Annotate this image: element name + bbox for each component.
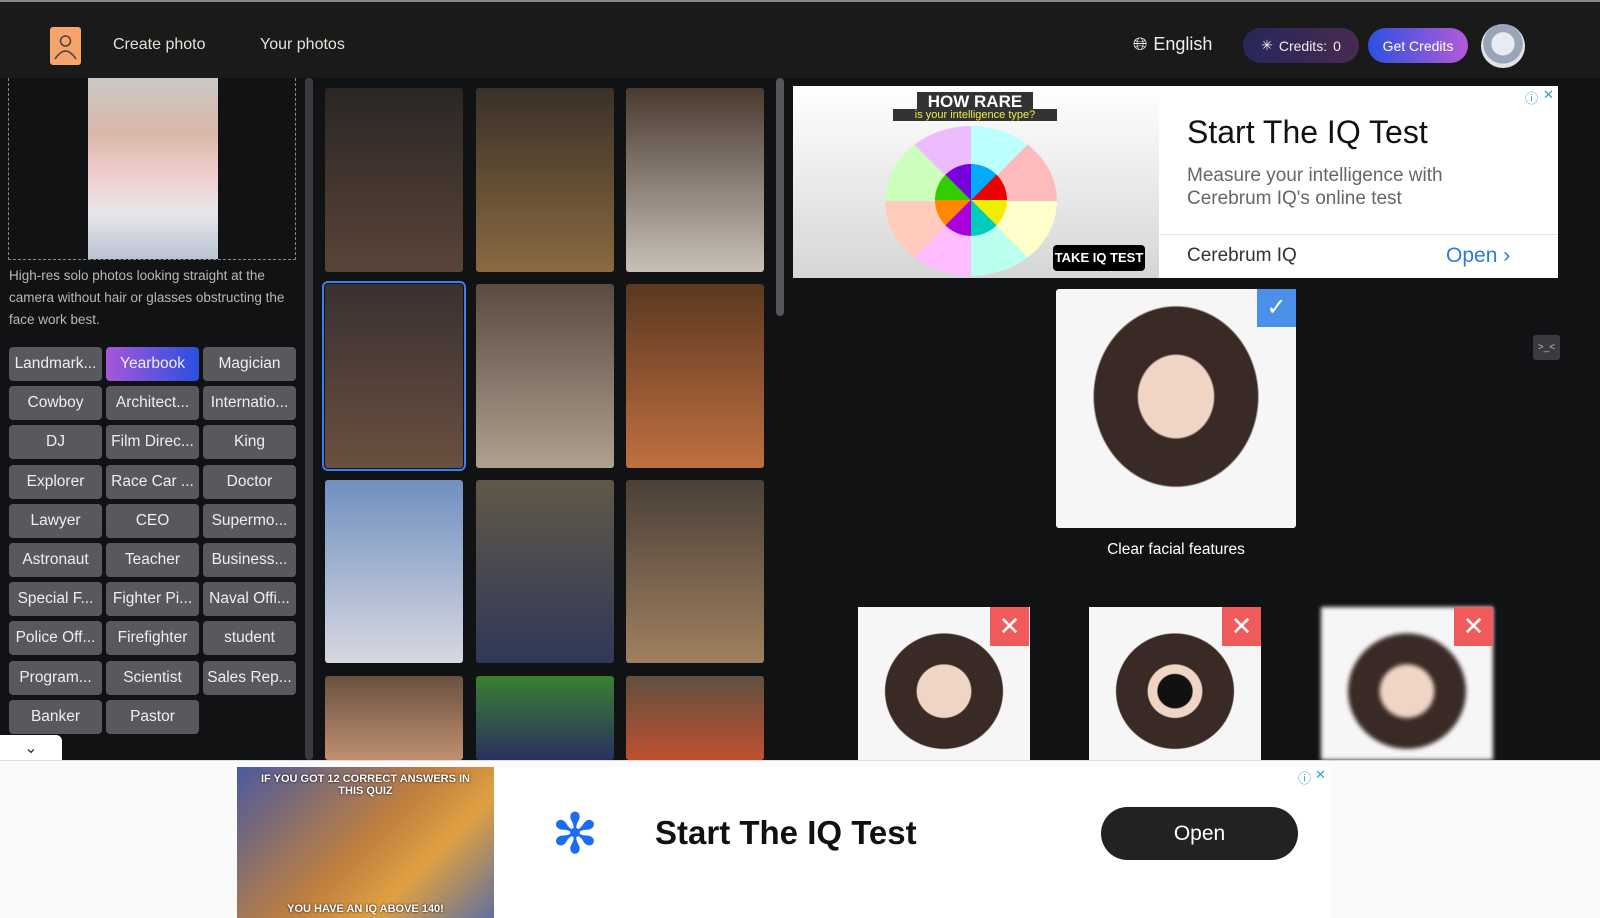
- style-example-photo[interactable]: [626, 88, 764, 272]
- style-tag[interactable]: King: [203, 425, 296, 460]
- style-tag[interactable]: Pastor: [106, 699, 199, 734]
- style-tag[interactable]: student: [203, 621, 296, 656]
- style-tag[interactable]: Teacher: [106, 543, 199, 577]
- ad-open-link[interactable]: Open ›: [1446, 244, 1510, 268]
- divider: [1159, 234, 1558, 235]
- style-tag[interactable]: Sales Rep...: [203, 660, 296, 695]
- style-example-photo[interactable]: [626, 480, 764, 663]
- style-tag[interactable]: Race Car ...: [106, 464, 199, 499]
- ad-image-subtitle: is your intelligence type?: [893, 109, 1057, 121]
- ad-image: IF YOU GOT 12 CORRECT ANSWERS IN THIS QU…: [237, 767, 494, 918]
- ad-close-icon[interactable]: ✕: [1315, 767, 1326, 783]
- ad-subtitle: Measure your intelligence with Cerebrum …: [1187, 165, 1443, 209]
- logo-user-icon[interactable]: [50, 27, 81, 65]
- style-tag[interactable]: CEO: [106, 503, 199, 538]
- style-tag[interactable]: Internatio...: [203, 386, 296, 421]
- x-icon: ✕: [990, 607, 1029, 646]
- ad-title: Start The IQ Test: [1187, 114, 1428, 150]
- style-example-photo[interactable]: [325, 88, 463, 272]
- ad-close-icon[interactable]: ✕: [1543, 87, 1554, 103]
- style-example-photo[interactable]: [325, 480, 463, 663]
- style-tag[interactable]: Doctor: [203, 464, 296, 499]
- ad-info-icon[interactable]: ⓘ: [1525, 88, 1538, 107]
- style-example-photo[interactable]: [476, 480, 614, 663]
- upload-tips: High-res solo photos looking straight at…: [9, 268, 285, 327]
- sparkle-icon: ✳: [1261, 37, 1273, 53]
- style-tag[interactable]: Architect...: [106, 386, 199, 421]
- style-tag[interactable]: DJ: [9, 425, 102, 460]
- ad-open-label: Open: [1446, 244, 1498, 267]
- style-tag[interactable]: Scientist: [106, 660, 199, 695]
- brain-icon: ✻: [551, 802, 599, 865]
- style-tag[interactable]: Lawyer: [9, 503, 102, 538]
- style-example-photo[interactable]: [322, 281, 466, 471]
- style-example-photo[interactable]: [476, 88, 614, 272]
- style-example-photo[interactable]: [476, 284, 614, 468]
- style-tag[interactable]: Banker: [9, 699, 102, 734]
- style-tag[interactable]: Naval Offi...: [203, 582, 296, 617]
- check-icon: ✓: [1257, 289, 1296, 327]
- ad-image-bottom-text: YOU HAVE AN IQ ABOVE 140!: [287, 903, 444, 915]
- chevron-right-icon: ›: [1503, 244, 1511, 267]
- language-selector[interactable]: 🌐︎ English: [1133, 34, 1212, 55]
- chevron-down-icon[interactable]: ⌄: [0, 735, 62, 762]
- style-tag[interactable]: Program...: [9, 660, 102, 695]
- uploaded-photo: [88, 78, 218, 259]
- globe-icon: 🌐︎: [1133, 34, 1148, 54]
- style-example-photo[interactable]: [626, 676, 764, 760]
- gallery-scrollbar[interactable]: [776, 78, 784, 316]
- ad-image-cta: TAKE IQ TEST: [1053, 245, 1145, 271]
- style-example-photo[interactable]: [476, 676, 614, 760]
- style-tag[interactable]: Business...: [203, 543, 296, 577]
- credits-badge[interactable]: ✳ Credits: 0: [1243, 28, 1359, 63]
- get-credits-button[interactable]: Get Credits: [1368, 28, 1468, 63]
- header: Create photo Your photos 🌐︎ English ✳ Cred…: [0, 0, 1600, 78]
- style-tag[interactable]: Firefighter: [106, 621, 199, 656]
- ad-banner-top[interactable]: HOW RARE is your intelligence type? TAKE…: [793, 86, 1558, 278]
- ad-info-icon[interactable]: ⓘ: [1298, 768, 1311, 787]
- style-example-photo[interactable]: [626, 284, 764, 468]
- nav-your-photos[interactable]: Your photos: [260, 36, 345, 54]
- ad-image: HOW RARE is your intelligence type? TAKE…: [793, 86, 1159, 278]
- style-tag[interactable]: Yearbook: [106, 347, 199, 381]
- avatar[interactable]: [1481, 24, 1525, 68]
- ad-banner-bottom[interactable]: IF YOU GOT 12 CORRECT ANSWERS IN THIS QU…: [237, 767, 1331, 918]
- style-tag[interactable]: Explorer: [9, 464, 102, 499]
- style-tag[interactable]: Supermo...: [203, 503, 296, 538]
- nav-create-photo[interactable]: Create photo: [113, 36, 206, 54]
- x-icon: ✕: [1454, 607, 1493, 646]
- style-example-photo[interactable]: [325, 676, 463, 760]
- terminal-icon[interactable]: >_<: [1533, 335, 1560, 360]
- ad-title: Start The IQ Test: [655, 814, 917, 851]
- style-tag[interactable]: Special F...: [9, 582, 102, 617]
- style-tag[interactable]: Film Direc...: [106, 425, 199, 460]
- style-tag[interactable]: Police Off...: [9, 621, 102, 656]
- style-tag[interactable]: Cowboy: [9, 386, 102, 421]
- wheel-center: [935, 164, 1007, 236]
- ad-brand: Cerebrum IQ: [1187, 245, 1297, 266]
- style-tag[interactable]: Fighter Pi...: [106, 582, 199, 617]
- left-scrollbar[interactable]: [305, 78, 313, 760]
- style-tag[interactable]: Landmark...: [9, 347, 102, 381]
- good-example-caption: Clear facial features: [1107, 541, 1245, 558]
- style-tag[interactable]: Astronaut: [9, 543, 102, 577]
- style-tag[interactable]: Magician: [203, 347, 296, 381]
- x-icon: ✕: [1222, 607, 1261, 646]
- ad-image-top-text: IF YOU GOT 12 CORRECT ANSWERS IN THIS QU…: [260, 773, 471, 797]
- ad-open-button[interactable]: Open: [1101, 807, 1298, 860]
